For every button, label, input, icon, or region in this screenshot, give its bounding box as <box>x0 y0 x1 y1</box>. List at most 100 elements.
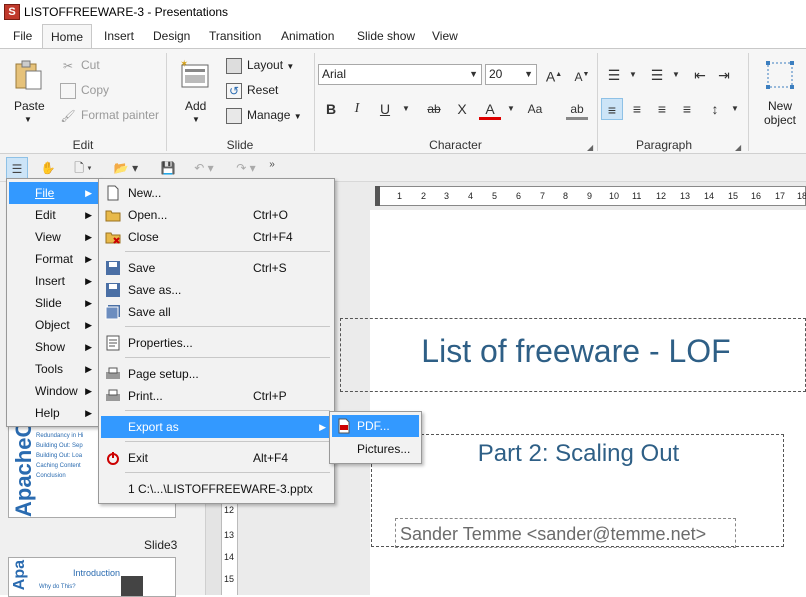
menu-item-open[interactable]: Open... Ctrl+O <box>101 204 332 226</box>
tab-file[interactable]: File <box>5 24 40 48</box>
menu-item-slide[interactable]: Slide ▶ <box>9 292 98 314</box>
menu-item-page-setup[interactable]: Page setup... <box>101 363 332 385</box>
chevron-down-icon[interactable]: ▼ <box>665 64 687 86</box>
save-icon[interactable]: 💾 <box>158 157 178 179</box>
menu-item-recent-file[interactable]: 1 C:\...\LISTOFFREEWARE-3.pptx <box>101 478 332 500</box>
slide3-label: Slide3 <box>144 538 178 552</box>
menu-item-print[interactable]: Print... Ctrl+P <box>101 385 332 407</box>
chevron-down-icon[interactable]: ▼ <box>622 64 644 86</box>
menu-item-show[interactable]: Show ▶ <box>9 336 98 358</box>
shrink-font-button[interactable]: A▼ <box>571 64 593 86</box>
menu-item-save-as[interactable]: Save as... <box>101 279 332 301</box>
pdf-icon <box>338 418 350 434</box>
redo-icon[interactable]: ↷ ▾ <box>228 157 264 179</box>
menu-item-export-pictures[interactable]: Pictures... <box>332 438 419 460</box>
menu-item-insert[interactable]: Insert ▶ <box>9 270 98 292</box>
submenu-arrow-icon: ▶ <box>85 210 92 220</box>
menu-item-new[interactable]: New... <box>101 182 332 204</box>
slide-title-placeholder[interactable]: List of freeware - LOF <box>340 318 806 392</box>
chevron-down-icon[interactable]: ▼ <box>724 98 746 120</box>
menu-item-export-pdf[interactable]: PDF... <box>332 415 419 437</box>
cut-button[interactable]: ✂ Cut <box>60 58 100 74</box>
change-case-button[interactable]: Aa <box>524 98 546 120</box>
submenu-arrow-icon: ▶ <box>319 422 326 432</box>
manage-icon <box>226 108 242 124</box>
tab-home[interactable]: Home <box>42 24 93 49</box>
add-slide-button[interactable]: ✶ Add ▼ <box>176 55 216 135</box>
menu-item-help[interactable]: Help ▶ <box>9 402 98 424</box>
main-menu-button[interactable]: ☰ <box>6 157 28 179</box>
title-bar: S LISTOFFREEWARE-3 - Presentations <box>0 0 806 24</box>
menu-item-save-all[interactable]: Save all <box>101 301 332 323</box>
author-placeholder[interactable]: Sander Temme <sander@temme.net> <box>395 518 736 548</box>
menu-item-object[interactable]: Object ▶ <box>9 314 98 336</box>
font-size-combo[interactable]: 20 ▼ <box>485 64 537 85</box>
menu-item-window[interactable]: Window ▶ <box>9 380 98 402</box>
app-icon: S <box>4 4 20 20</box>
copy-button[interactable]: Copy <box>60 83 109 99</box>
paste-button[interactable]: Paste ▼ <box>8 55 48 135</box>
hand-tool-icon[interactable]: ✋ <box>38 157 58 179</box>
underline-button[interactable]: U <box>374 98 396 120</box>
highlight-button[interactable]: ab <box>566 98 588 120</box>
justify-button[interactable]: ≡ <box>676 98 698 120</box>
undo-icon[interactable]: ↶ ▾ <box>186 157 222 179</box>
tab-animation[interactable]: Animation <box>273 24 342 48</box>
strikethrough-button[interactable]: ab <box>423 98 445 120</box>
tab-view[interactable]: View <box>424 24 466 48</box>
submenu-arrow-icon: ▶ <box>85 298 92 308</box>
align-center-button[interactable]: ≡ <box>626 98 648 120</box>
menu-item-format[interactable]: Format ▶ <box>9 248 98 270</box>
menu-item-close[interactable]: Close Ctrl+F4 <box>101 226 332 248</box>
window-title: LISTOFFREEWARE-3 - Presentations <box>24 5 229 19</box>
menu-item-tools[interactable]: Tools ▶ <box>9 358 98 380</box>
format-painter-button[interactable]: 🖌 Format painter <box>60 108 159 124</box>
line-spacing-button[interactable]: ↕ <box>704 98 726 120</box>
menu-item-edit[interactable]: Edit ▶ <box>9 204 98 226</box>
new-file-icon[interactable]: 🗋 ▾ <box>66 157 100 179</box>
font-color-button[interactable]: A <box>479 98 501 120</box>
menu-separator <box>125 441 330 442</box>
properties-icon <box>106 335 120 351</box>
chevron-down-icon[interactable]: ▼ <box>500 98 522 120</box>
increase-indent-button[interactable]: ⇥ <box>713 64 735 86</box>
open-folder-icon[interactable]: 📂 ▾ <box>108 157 144 179</box>
paragraph-group-label: Paragraph <box>635 138 693 152</box>
tab-slide-show[interactable]: Slide show <box>349 24 423 48</box>
ruler-margin-marker[interactable] <box>375 186 380 206</box>
clear-format-button[interactable]: X <box>451 98 473 120</box>
menu-item-save[interactable]: Save Ctrl+S <box>101 257 332 279</box>
manage-button[interactable]: Manage ▼ <box>226 108 302 124</box>
align-left-button[interactable]: ≡ <box>601 98 623 120</box>
power-icon <box>107 452 119 465</box>
new-object-icon <box>766 61 794 89</box>
menu-item-exit[interactable]: Exit Alt+F4 <box>101 447 332 469</box>
reset-button[interactable]: ↺ Reset <box>226 83 278 99</box>
bold-button[interactable]: B <box>320 98 342 120</box>
decrease-indent-button[interactable]: ⇤ <box>689 64 711 86</box>
tab-design[interactable]: Design <box>145 24 198 48</box>
align-right-button[interactable]: ≡ <box>651 98 673 120</box>
new-object-label: New object <box>763 99 797 127</box>
tab-insert[interactable]: Insert <box>96 24 142 48</box>
overflow-chevron-icon[interactable]: » <box>266 154 278 176</box>
chevron-down-icon[interactable]: ▼ <box>395 98 417 120</box>
grow-font-button[interactable]: A▲ <box>543 64 565 86</box>
tab-transition[interactable]: Transition <box>201 24 269 48</box>
menu-item-export-as[interactable]: Export as ▶ <box>101 416 332 438</box>
save-icon <box>106 261 120 275</box>
menu-item-properties[interactable]: Properties... <box>101 332 332 354</box>
chevron-down-icon: ▼ <box>192 115 200 124</box>
dialog-launcher-icon[interactable]: ◢ <box>735 143 741 152</box>
new-object-button[interactable]: New object <box>755 55 805 135</box>
group-divider <box>314 53 315 151</box>
menu-item-view[interactable]: View ▶ <box>9 226 98 248</box>
ribbon-tabs: File Home Insert Design Transition Anima… <box>0 24 806 49</box>
font-name-combo[interactable]: Arial ▼ <box>318 64 482 85</box>
menu-item-file[interactable]: File ▶ <box>9 182 98 204</box>
character-group-label: Character <box>429 138 482 152</box>
layout-button[interactable]: Layout ▼ <box>226 58 294 74</box>
dialog-launcher-icon[interactable]: ◢ <box>587 143 593 152</box>
slide-thumbnail-3[interactable]: Apa Introduction Why do This? <box>8 557 176 597</box>
italic-button[interactable]: I <box>346 98 368 120</box>
